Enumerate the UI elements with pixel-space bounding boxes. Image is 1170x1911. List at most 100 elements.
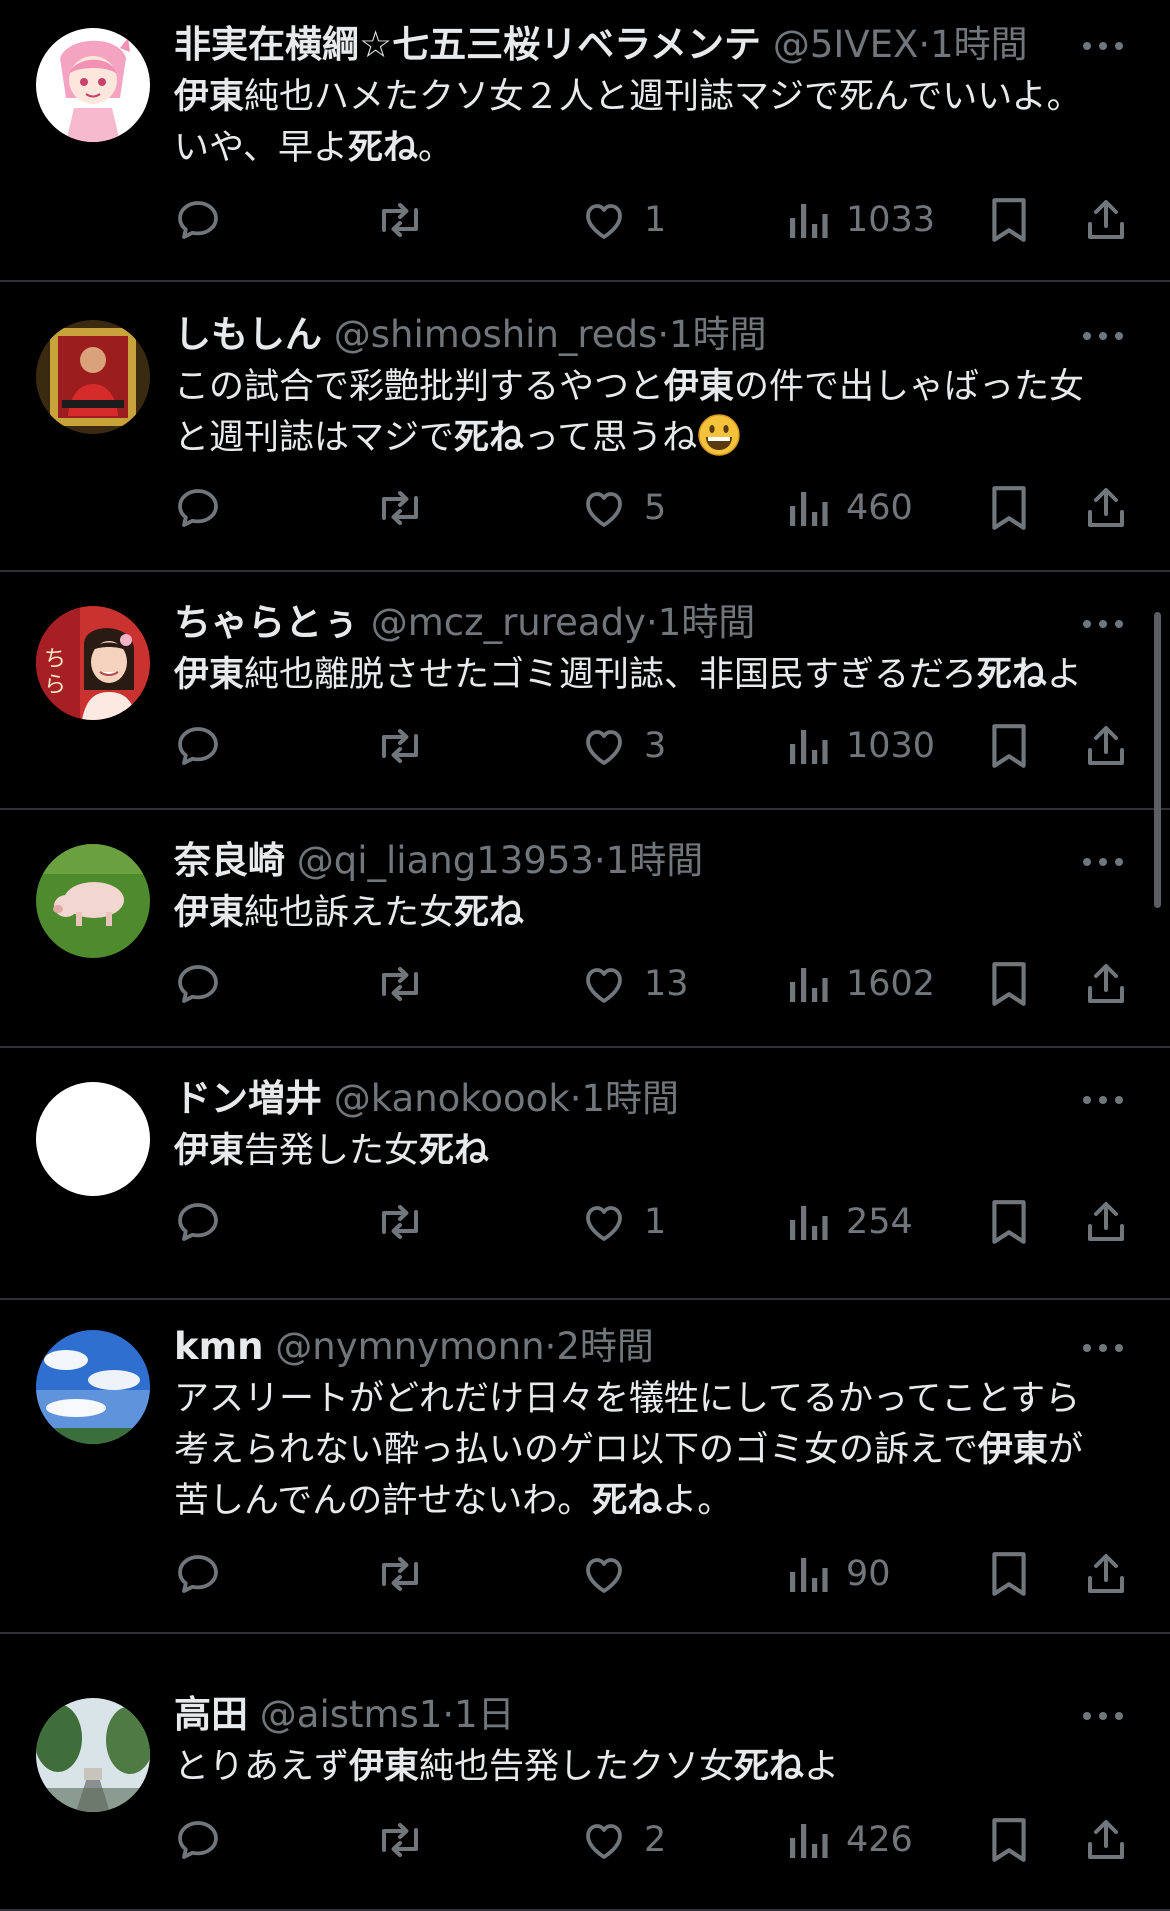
tweet-actions: 2 426	[0, 1810, 1170, 1870]
views-button[interactable]: 254	[786, 1192, 913, 1252]
display-name[interactable]: ドン増井	[174, 1077, 322, 1120]
user-handle[interactable]: @mcz_ruready	[371, 601, 646, 644]
views-count: 460	[846, 488, 913, 528]
retweet-button[interactable]	[374, 716, 426, 776]
user-handle[interactable]: @kanokoook	[334, 1077, 570, 1120]
sky-clouds-avatar[interactable]	[36, 1330, 150, 1444]
timestamp[interactable]: 1時間	[606, 839, 704, 882]
views-button[interactable]: 1602	[786, 954, 935, 1014]
more-dots-icon[interactable]	[1078, 26, 1128, 66]
user-handle[interactable]: @shimoshin_reds	[334, 313, 658, 356]
display-name[interactable]: しもしん	[174, 313, 322, 356]
tweet-item[interactable]: ドン増井 @kanokoook·1時間 伊東告発した女死ね 1 254	[0, 1048, 1170, 1300]
tweet-item[interactable]: 高田 @aistms1·1日 とりあえず伊東純也告発したクソ女死ねよ 2 426	[0, 1664, 1170, 1911]
highlighted-text: 死ね	[734, 1747, 805, 1787]
bookmark-button[interactable]	[988, 1544, 1030, 1604]
display-name[interactable]: kmn	[174, 1325, 264, 1368]
text-segment: とりあえず	[174, 1747, 350, 1787]
views-button[interactable]: 1033	[786, 190, 935, 250]
timestamp[interactable]: 1時間	[930, 23, 1028, 66]
timestamp[interactable]: 1時間	[582, 1077, 680, 1120]
bookmark-button[interactable]	[988, 478, 1030, 538]
more-dots-icon[interactable]	[1078, 842, 1128, 882]
retweet-button[interactable]	[374, 190, 426, 250]
bookmark-button[interactable]	[988, 190, 1030, 250]
like-button[interactable]: 2	[580, 1810, 666, 1870]
user-handle[interactable]: @aistms1	[260, 1693, 443, 1736]
reply-button[interactable]	[174, 478, 222, 538]
blank-white-avatar[interactable]	[36, 1082, 150, 1196]
bookmark-button[interactable]	[988, 716, 1030, 776]
share-button[interactable]	[1082, 954, 1130, 1014]
more-dots-icon[interactable]	[1078, 604, 1128, 644]
pig-on-grass-avatar[interactable]	[36, 844, 150, 958]
separator-dot: ·	[442, 1693, 455, 1736]
reply-button[interactable]	[174, 1192, 222, 1252]
views-button[interactable]: 90	[786, 1544, 891, 1604]
timestamp[interactable]: 1時間	[658, 601, 756, 644]
display-name[interactable]: 非実在横綱☆七五三桜リベラメンテ	[174, 23, 761, 66]
user-handle[interactable]: @5IVEX	[773, 23, 919, 66]
reply-icon	[174, 1816, 222, 1864]
like-button[interactable]: 1	[580, 190, 666, 250]
tweet-item[interactable]: 非実在横綱☆七五三桜リベラメンテ @5IVEX·1時間 伊東純也ハメたクソ女２人と…	[0, 0, 1170, 282]
retweet-button[interactable]	[374, 478, 426, 538]
reply-button[interactable]	[174, 954, 222, 1014]
idol-photo-avatar[interactable]: ちら	[36, 606, 150, 720]
street-trees-avatar[interactable]	[36, 1698, 150, 1812]
display-name[interactable]: ちゃらとぅ	[174, 601, 359, 644]
tweet-item[interactable]: ちらちゃらとぅ @mcz_ruready·1時間 伊東純也離脱させたゴミ週刊誌、非…	[0, 572, 1170, 810]
highlighted-text: 伊東	[349, 1747, 420, 1787]
anime-girl-avatar[interactable]	[36, 28, 150, 142]
more-dots-icon[interactable]	[1078, 1328, 1128, 1368]
like-count: 1	[644, 1202, 667, 1242]
share-button[interactable]	[1082, 478, 1130, 538]
more-dots-icon[interactable]	[1078, 1696, 1128, 1736]
share-icon	[1082, 1815, 1130, 1865]
like-button[interactable]	[580, 1544, 628, 1604]
user-handle[interactable]: @qi_liang13953	[297, 839, 594, 882]
retweet-button[interactable]	[374, 954, 426, 1014]
like-button[interactable]: 5	[580, 478, 666, 538]
like-button[interactable]: 3	[580, 716, 666, 776]
timestamp[interactable]: 2時間	[556, 1325, 654, 1368]
reply-button[interactable]	[174, 1810, 222, 1870]
views-button[interactable]: 1030	[786, 716, 935, 776]
share-button[interactable]	[1082, 1192, 1130, 1252]
tweet-item[interactable]: 奈良崎 @qi_liang13953·1時間 伊東純也訴えた女死ね 13 1602	[0, 810, 1170, 1048]
retweet-button[interactable]	[374, 1810, 426, 1870]
views-button[interactable]: 460	[786, 478, 913, 538]
scrollbar[interactable]	[1154, 612, 1161, 908]
separator-dot: ·	[645, 601, 658, 644]
bookmark-button[interactable]	[988, 1810, 1030, 1870]
bookmark-button[interactable]	[988, 954, 1030, 1014]
user-handle[interactable]: @nymnymonn	[275, 1325, 544, 1368]
reply-button[interactable]	[174, 1544, 222, 1604]
more-dots-icon[interactable]	[1078, 1080, 1128, 1120]
share-button[interactable]	[1082, 190, 1130, 250]
retweet-button[interactable]	[374, 1544, 426, 1604]
more-dots-icon[interactable]	[1078, 316, 1128, 356]
views-count: 1030	[846, 726, 936, 766]
like-button[interactable]: 1	[580, 1192, 666, 1252]
share-button[interactable]	[1082, 716, 1130, 776]
bookmark-button[interactable]	[988, 1192, 1030, 1252]
timestamp[interactable]: 1時間	[669, 313, 767, 356]
separator-dot: ·	[544, 1325, 557, 1368]
share-button[interactable]	[1082, 1544, 1130, 1604]
tweet-item[interactable]: kmn @nymnymonn·2時間 アスリートがどれだけ日々を犠牲にしてるかって…	[0, 1300, 1170, 1634]
timestamp[interactable]: 1日	[454, 1693, 515, 1736]
text-segment: 。	[417, 128, 453, 168]
display-name[interactable]: 高田	[174, 1693, 248, 1736]
reply-button[interactable]	[174, 190, 222, 250]
highlighted-text: 死ね	[976, 655, 1047, 695]
like-button[interactable]: 13	[580, 954, 689, 1014]
display-name[interactable]: 奈良崎	[174, 839, 285, 882]
views-button[interactable]: 426	[786, 1810, 913, 1870]
retweet-icon	[374, 1198, 426, 1246]
tweet-item[interactable]: しもしん @shimoshin_reds·1時間 この試合で彩艶批判するやつと伊東…	[0, 282, 1170, 572]
reply-button[interactable]	[174, 716, 222, 776]
soccer-player-card-avatar[interactable]	[36, 320, 150, 434]
retweet-button[interactable]	[374, 1192, 426, 1252]
share-button[interactable]	[1082, 1810, 1130, 1870]
